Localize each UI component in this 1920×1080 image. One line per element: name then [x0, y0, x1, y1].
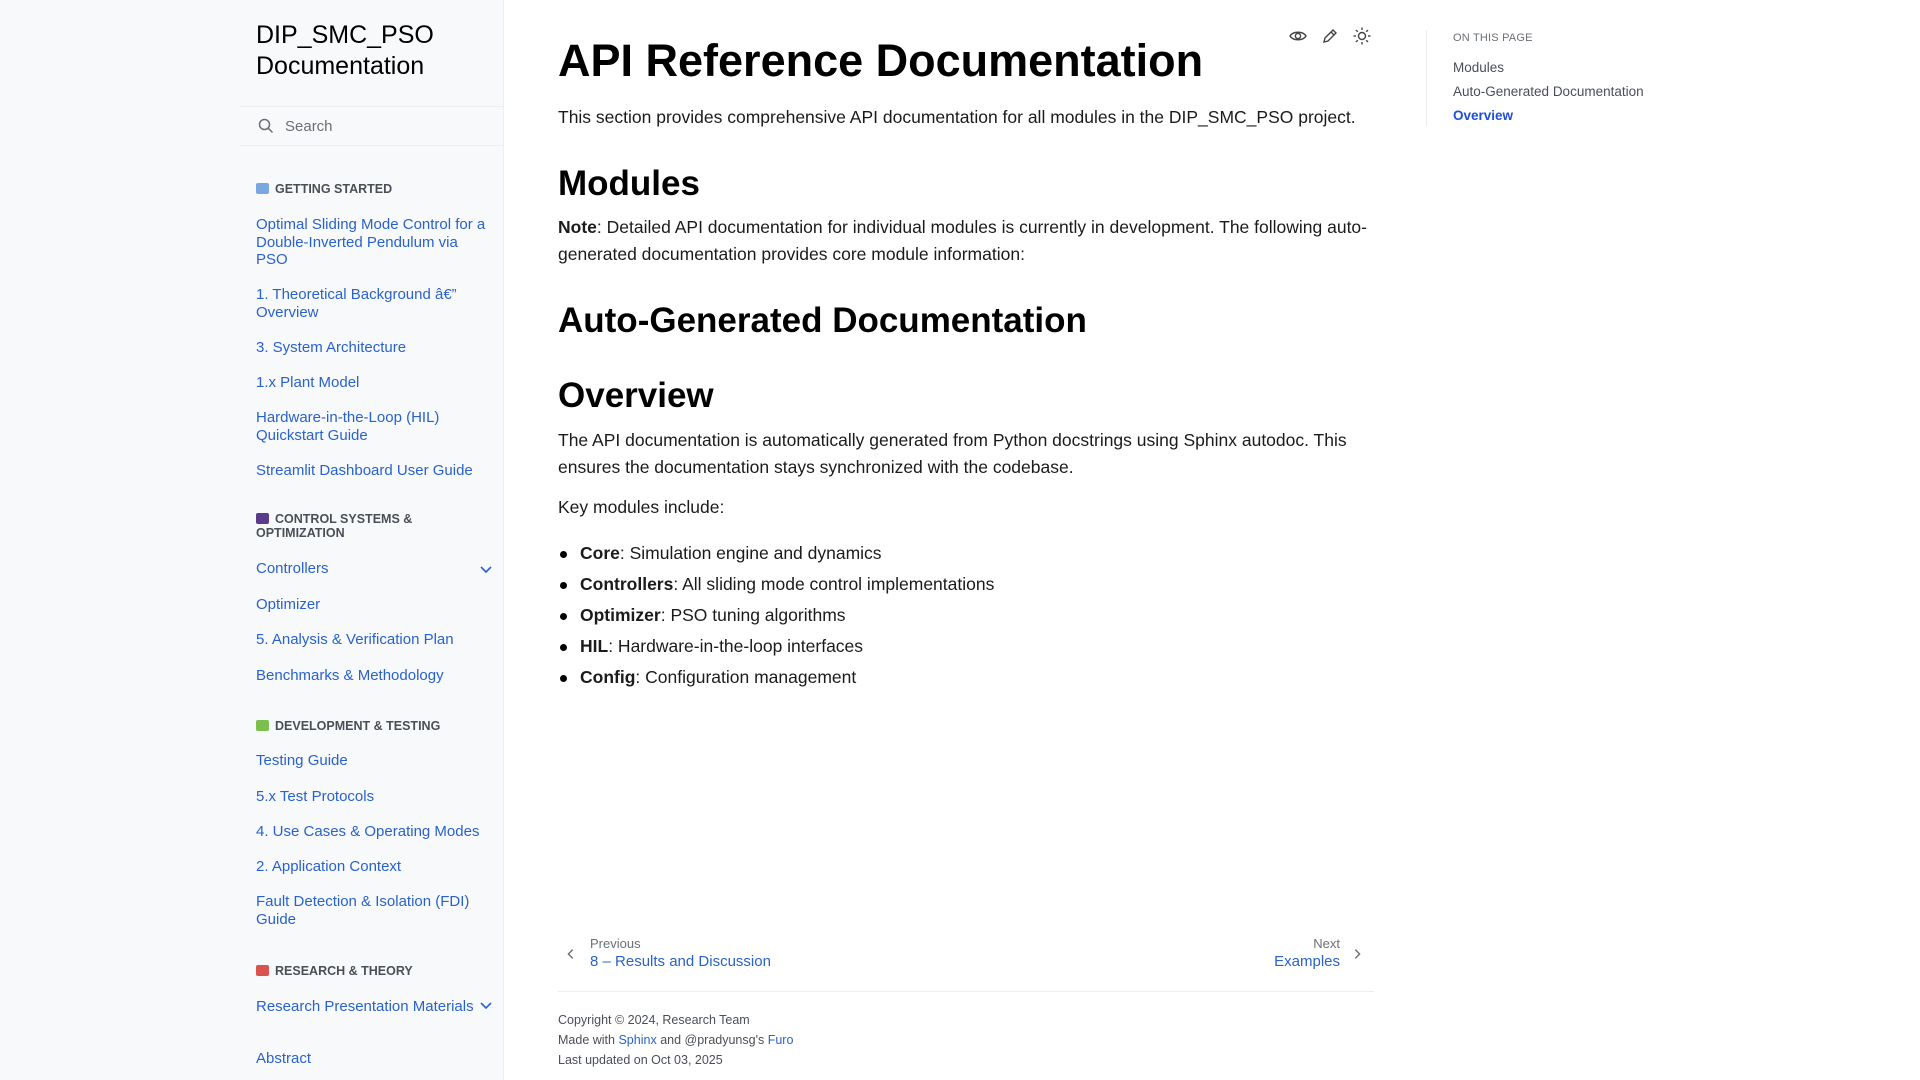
books-icon	[256, 183, 269, 194]
gamepad-icon	[256, 513, 269, 524]
view-source-icon[interactable]	[1288, 26, 1308, 46]
overview-paragraph: The API documentation is automatically g…	[558, 430, 1347, 477]
caption-research-theory: RESEARCH & THEORY	[256, 964, 496, 978]
sidebar-item-optimal-smc[interactable]: Optimal Sliding Mode Control for a Doubl…	[256, 216, 488, 269]
toc-item-auto-generated[interactable]: Auto-Generated Documentation	[1453, 84, 1644, 99]
chevron-down-icon[interactable]	[478, 561, 494, 577]
previous-label: Previous	[590, 936, 641, 951]
sidebar-item-use-cases[interactable]: 4. Use Cases & Operating Modes	[256, 823, 488, 841]
caption-development-testing: DEVELOPMENT & TESTING	[256, 719, 496, 733]
sidebar-item-testing-guide[interactable]: Testing Guide	[256, 752, 488, 770]
sidebar-item-test-protocols[interactable]: 5.x Test Protocols	[256, 788, 488, 806]
brand-title[interactable]: DIP_SMC_PSO Documentation	[256, 20, 456, 82]
chevron-left-icon	[567, 949, 574, 959]
sphinx-link[interactable]: Sphinx	[618, 1033, 656, 1047]
sidebar-item-optimizer[interactable]: Optimizer	[256, 596, 488, 614]
sidebar-item-analysis-verification[interactable]: 5. Analysis & Verification Plan	[256, 631, 488, 649]
page-navigation: Previous 8 – Results and Discussion Next…	[558, 934, 1374, 992]
note-label: Note	[558, 217, 597, 237]
sidebar-item-application-context[interactable]: 2. Application Context	[256, 858, 488, 876]
sidebar-item-benchmarks[interactable]: Benchmarks & Methodology	[256, 667, 488, 685]
chevron-down-icon[interactable]	[478, 997, 494, 1013]
next-label: Next	[1313, 936, 1340, 951]
modules-list: Core: Simulation engine and dynamics Con…	[559, 538, 994, 693]
sidebar-item-hil-quickstart[interactable]: Hardware-in-the-Loop (HIL) Quickstart Gu…	[256, 409, 488, 444]
list-item: Config: Configuration management	[559, 662, 994, 693]
heading-overview: Overview	[558, 376, 714, 415]
list-item: HIL: Hardware-in-the-loop interfaces	[559, 631, 994, 662]
toc-item-overview[interactable]: Overview	[1453, 108, 1513, 123]
note-text: : Detailed API documentation for individ…	[558, 217, 1367, 264]
sidebar-item-plant-model[interactable]: 1.x Plant Model	[256, 374, 488, 392]
sidebar-item-abstract[interactable]: Abstract	[256, 1050, 488, 1068]
made-with-line: Made with Sphinx and @pradyunsg's Furo	[558, 1033, 794, 1047]
furo-link[interactable]: Furo	[768, 1033, 794, 1047]
previous-title[interactable]: 8 – Results and Discussion	[590, 952, 771, 972]
table-of-contents: ON THIS PAGE Modules Auto-Generated Docu…	[1426, 30, 1686, 126]
search-icon	[258, 118, 274, 134]
sidebar-item-system-architecture[interactable]: 3. System Architecture	[256, 339, 488, 357]
toc-title: ON THIS PAGE	[1453, 32, 1533, 44]
caption-control-systems: CONTROL SYSTEMS & OPTIMIZATION	[256, 512, 413, 540]
list-item: Controllers: All sliding mode control im…	[559, 569, 994, 600]
copyright-text: Copyright © 2024, Research Team	[558, 1013, 750, 1027]
list-item: Optimizer: PSO tuning algorithms	[559, 600, 994, 631]
chevron-right-icon	[1354, 949, 1361, 959]
search-input[interactable]: Search	[285, 118, 333, 135]
theme-toggle-icon[interactable]	[1352, 26, 1372, 46]
test-tube-icon	[256, 720, 269, 731]
sidebar-item-controllers[interactable]: Controllers	[256, 560, 488, 578]
intro-paragraph: This section provides comprehensive API …	[558, 107, 1356, 127]
heading-auto-generated: Auto-Generated Documentation	[558, 301, 1087, 340]
toc-item-modules[interactable]: Modules	[1453, 60, 1504, 75]
page-title: API Reference Documentation	[558, 35, 1204, 86]
last-updated-text: Last updated on Oct 03, 2025	[558, 1053, 723, 1067]
next-page-link[interactable]: Next Examples	[1274, 936, 1364, 972]
next-title[interactable]: Examples	[1274, 952, 1340, 972]
sidebar-item-theoretical-background[interactable]: 1. Theoretical Background â€” Overview	[256, 286, 488, 321]
sidebar: DIP_SMC_PSO Documentation Search GETTING…	[240, 0, 504, 1080]
note-paragraph: Note: Detailed API documentation for ind…	[558, 214, 1374, 268]
caption-getting-started: GETTING STARTED	[256, 182, 496, 196]
sidebar-item-research-presentation[interactable]: Research Presentation Materials	[256, 998, 488, 1016]
bar-chart-icon	[256, 965, 269, 976]
search-bar[interactable]: Search	[240, 106, 504, 146]
heading-modules: Modules	[558, 164, 700, 203]
footer: Copyright © 2024, Research Team Made wit…	[558, 1010, 793, 1070]
content-toolbar	[1288, 26, 1372, 46]
key-modules-paragraph: Key modules include:	[558, 497, 725, 517]
sidebar-item-streamlit-guide[interactable]: Streamlit Dashboard User Guide	[256, 462, 488, 480]
sidebar-item-fdi-guide[interactable]: Fault Detection & Isolation (FDI) Guide	[256, 893, 488, 928]
list-item: Core: Simulation engine and dynamics	[559, 538, 994, 569]
previous-page-link[interactable]: Previous 8 – Results and Discussion	[558, 936, 771, 972]
edit-icon[interactable]	[1320, 26, 1340, 46]
